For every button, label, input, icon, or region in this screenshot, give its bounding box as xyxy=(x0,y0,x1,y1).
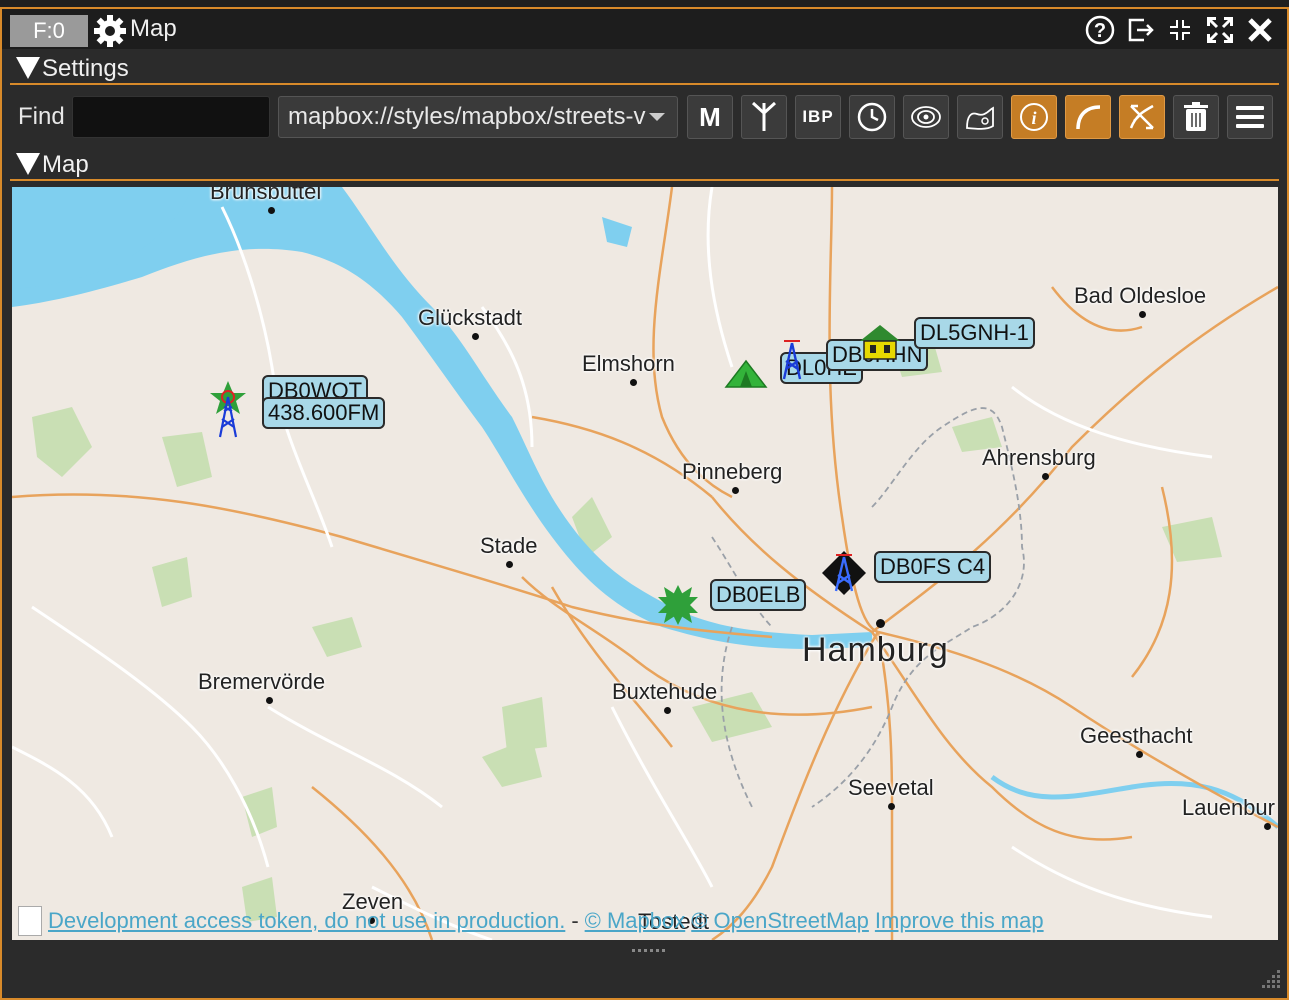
station-label-db0elb[interactable]: DB0ELB xyxy=(710,579,807,611)
expand-icon[interactable] xyxy=(1203,13,1237,47)
place-hamburg: Hamburg xyxy=(802,631,949,669)
close-icon[interactable] xyxy=(1243,13,1277,47)
place-dot xyxy=(1042,473,1049,480)
mapbox-link[interactable]: © Mapbox xyxy=(585,908,686,934)
atv-tower-icon[interactable] xyxy=(820,549,868,602)
settings-section-header[interactable]: Settings xyxy=(10,51,1279,85)
splitter-handle[interactable] xyxy=(632,941,666,952)
place-dot xyxy=(664,707,671,714)
place-dot xyxy=(888,803,895,810)
delete-button[interactable] xyxy=(1173,95,1219,139)
station-label-db0fs[interactable]: DB0FS C4 xyxy=(874,551,992,583)
navaid-icon xyxy=(1129,104,1154,130)
maidenhead-button[interactable]: M xyxy=(687,95,733,139)
beacon-button[interactable] xyxy=(903,95,949,139)
chevron-down-icon xyxy=(649,113,665,121)
resize-grip-icon[interactable] xyxy=(1257,968,1281,992)
repeater-tower-icon[interactable] xyxy=(208,379,248,444)
station-label-freq[interactable]: 438.600FM xyxy=(262,397,386,429)
arc-track-icon xyxy=(1076,105,1101,130)
document-icon xyxy=(18,906,42,936)
osm-link[interactable]: © OpenStreetMap xyxy=(691,908,869,934)
settings-label: Settings xyxy=(42,55,129,82)
place-ahrensburg: Ahrensburg xyxy=(982,445,1096,470)
ibp-button[interactable]: IBP xyxy=(795,95,841,139)
info-button[interactable]: i xyxy=(1011,95,1057,139)
nav-button[interactable] xyxy=(1119,95,1165,139)
place-dot xyxy=(506,561,513,568)
svg-text:i: i xyxy=(1031,108,1036,128)
beacon-icon xyxy=(911,106,941,128)
place-dot xyxy=(1264,823,1271,830)
gear-icon[interactable] xyxy=(92,13,128,49)
place-lauenburg: Lauenbur xyxy=(1182,795,1275,820)
attribution-separator: - xyxy=(571,908,579,933)
place-dot xyxy=(630,379,637,386)
collapse-triangle-icon xyxy=(16,57,40,79)
info-icon: i xyxy=(1020,103,1048,131)
place-brunsbuttel: Brunsbüttel xyxy=(210,187,322,204)
frequency-badge[interactable]: F:0 xyxy=(10,15,88,47)
map-style-select[interactable]: mapbox://styles/mapbox/streets-v xyxy=(278,96,678,138)
clock-icon xyxy=(857,102,887,132)
trash-icon xyxy=(1184,102,1208,131)
place-dot xyxy=(268,207,275,214)
antenna-button[interactable] xyxy=(741,95,787,139)
help-icon[interactable]: ? xyxy=(1083,13,1117,47)
place-seevetal: Seevetal xyxy=(848,775,934,800)
exit-icon[interactable] xyxy=(1123,13,1157,47)
antenna-icon xyxy=(751,101,777,131)
map-section-header[interactable]: Map xyxy=(10,147,1279,181)
window-title: Map xyxy=(130,15,177,42)
improve-map-link[interactable]: Improve this map xyxy=(875,908,1044,934)
find-label: Find xyxy=(18,103,65,130)
map-attribution: Development access token, do not use in … xyxy=(18,905,1044,937)
map-label: Map xyxy=(42,151,89,178)
tent-icon[interactable] xyxy=(724,357,768,398)
place-dot xyxy=(876,619,885,628)
menu-button[interactable] xyxy=(1227,95,1273,139)
place-dot xyxy=(1139,311,1146,318)
place-dot xyxy=(472,333,479,340)
sonde-map-icon xyxy=(966,106,994,130)
radiosonde-button[interactable] xyxy=(957,95,1003,139)
place-dot xyxy=(1136,751,1143,758)
place-bremervorde: Bremervörde xyxy=(198,669,326,694)
map-style-value: mapbox://styles/mapbox/streets-v xyxy=(288,103,646,130)
find-toolbar: Find mapbox://styles/mapbox/streets-v M … xyxy=(10,89,1279,145)
map-window: F:0 Map ? Settings Find mapbox://styles/… xyxy=(0,7,1289,1000)
track-button[interactable] xyxy=(1065,95,1111,139)
dev-token-link[interactable]: Development access token, do not use in … xyxy=(48,908,565,934)
hamburger-icon xyxy=(1236,106,1264,128)
map-view[interactable]: Brunsbüttel Glückstadt Elmshorn Bad Olde… xyxy=(12,187,1278,940)
radio-tower-icon[interactable] xyxy=(778,337,806,386)
star-icon[interactable] xyxy=(656,583,700,632)
place-geesthacht: Geesthacht xyxy=(1080,723,1193,748)
place-bad-oldesloe: Bad Oldesloe xyxy=(1074,283,1207,308)
place-dot xyxy=(732,487,739,494)
place-dot xyxy=(266,697,273,704)
house-icon[interactable] xyxy=(858,323,902,368)
station-label-dl5gnh[interactable]: DL5GNH-1 xyxy=(914,317,1035,349)
place-elmshorn: Elmshorn xyxy=(582,351,675,376)
find-input[interactable] xyxy=(72,96,270,138)
place-pinneberg: Pinneberg xyxy=(682,459,783,484)
collapse-triangle-icon xyxy=(16,153,40,175)
place-gluckstadt: Glückstadt xyxy=(418,305,522,330)
place-stade: Stade xyxy=(480,533,538,558)
shrink-icon[interactable] xyxy=(1163,13,1197,47)
place-buxtehude: Buxtehude xyxy=(612,679,718,704)
clock-button[interactable] xyxy=(849,95,895,139)
title-bar[interactable]: F:0 Map ? xyxy=(2,9,1287,49)
svg-text:?: ? xyxy=(1094,20,1106,42)
